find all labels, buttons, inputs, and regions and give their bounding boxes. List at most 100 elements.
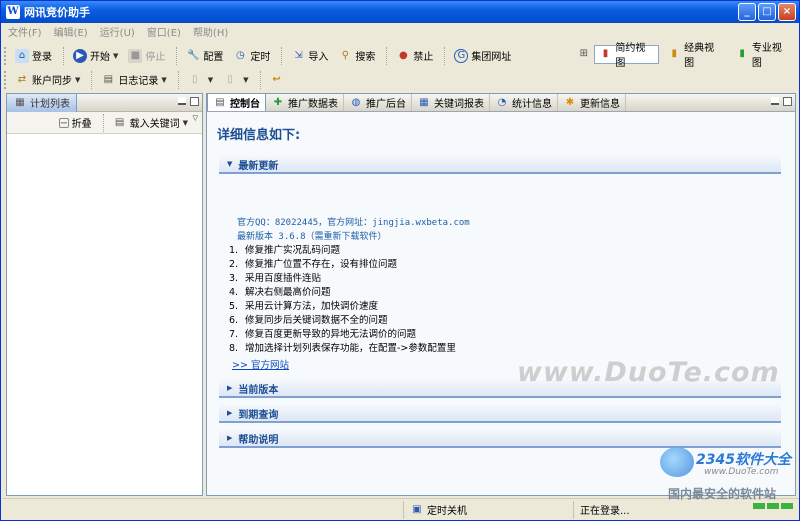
- secondary-toolbar: ⇄ 账户同步 ▼ ▤ 日志记录 ▼ ▯ ▼ ▯ ▼ ↩: [2, 67, 572, 92]
- tab-update-info-label: 更新信息: [580, 99, 620, 110]
- fix-list: 1. 修复推广实况乱码问题 2. 修复推广位置不存在，设有排位问题 3. 采用百度插件…: [229, 244, 456, 356]
- pane-minimize-button[interactable]: [178, 97, 186, 105]
- simple-view-button[interactable]: ▮ 简约视图: [593, 43, 660, 69]
- expanded-arrow-icon: ▼: [227, 160, 233, 168]
- ban-button[interactable]: ● 禁止: [392, 45, 437, 67]
- menu-bar: 文件(F) 编辑(E) 运行(U) 窗口(E) 帮助(H): [2, 23, 799, 40]
- plus-icon: ✚: [273, 96, 283, 108]
- pane-menu-icon[interactable]: ▽: [193, 114, 198, 122]
- start-button[interactable]: ▶ 开始 ▼: [69, 45, 122, 67]
- tab-promo-data[interactable]: ✚ 推广数据表: [266, 94, 344, 111]
- list-item: 8. 增加选择计划列表保存功能，在配置->参数配置里: [229, 343, 456, 354]
- pro-view-button[interactable]: ▮ 专业视图: [731, 43, 795, 69]
- official-site-link[interactable]: >> 官方网站: [232, 357, 289, 371]
- log-button[interactable]: ▤ 日志记录 ▼: [97, 69, 170, 91]
- list-item: 3. 采用百度插件连贴: [229, 273, 322, 284]
- toolbar-separator: [259, 70, 261, 89]
- doc-button[interactable]: ▯ ▼: [184, 69, 217, 91]
- tab-statistics-label: 统计信息: [512, 99, 552, 110]
- log-label: 日志记录: [118, 76, 159, 87]
- collapse-button[interactable]: − 折叠: [55, 112, 96, 134]
- plan-list-tools: − 折叠 ▤ 载入关键词 ▼ ▽: [7, 112, 202, 134]
- chevron-down-icon[interactable]: ▼: [208, 76, 213, 84]
- main-toolbar: ⌂ 登录 ▶ 开始 ▼ ■ 停止 🔧 配置 ◷ 定时 ⇲ 导入 ⚲ 搜索 ● 禁止 G 集团网址: [2, 43, 572, 68]
- toolbar-separator: [386, 46, 388, 65]
- watermark: www.DuoTe.com: [517, 357, 780, 388]
- pane-maximize-button[interactable]: [783, 97, 792, 106]
- maximize-button[interactable]: □: [758, 3, 776, 21]
- plan-list-pane: ▦ 计划列表 − 折叠 ▤ 载入关键词 ▼ ▽: [6, 93, 203, 496]
- login-button[interactable]: ⌂ 登录: [11, 45, 56, 67]
- wrench-icon: 🔧: [187, 49, 200, 61]
- menu-file[interactable]: 文件(F): [2, 24, 48, 39]
- grid-icon: ▦: [15, 96, 25, 108]
- toolbar-separator: [63, 46, 64, 65]
- menu-edit[interactable]: 编辑(E): [48, 24, 94, 39]
- tab-promo-backend[interactable]: ◍ 推广后台: [344, 94, 412, 111]
- pro-view-icon: ▮: [739, 48, 745, 59]
- chevron-down-icon[interactable]: ▼: [75, 76, 80, 84]
- back-button[interactable]: ↩: [266, 69, 291, 91]
- chevron-down-icon[interactable]: ▼: [243, 76, 248, 84]
- toolbar-separator: [444, 46, 446, 65]
- chevron-down-icon[interactable]: ▼: [183, 119, 188, 127]
- load-keywords-button[interactable]: ▤ 载入关键词 ▼: [109, 112, 192, 134]
- tab-update-info[interactable]: ✱ 更新信息: [558, 94, 626, 111]
- minimize-button[interactable]: _: [738, 3, 756, 21]
- pane-minimize-button[interactable]: [771, 97, 779, 105]
- section-expire-query[interactable]: ▶ 到期查询: [219, 405, 781, 423]
- load-keywords-label: 载入关键词: [129, 119, 180, 130]
- back-arrow-icon: ↩: [272, 73, 281, 85]
- list-item: 6. 修复同步后关键词数据不全的问题: [229, 315, 388, 326]
- clock-icon: ◷: [236, 49, 245, 61]
- import-button[interactable]: ⇲ 导入: [287, 45, 332, 67]
- list-item: 5. 采用云计算方法，加快调价速度: [229, 301, 379, 312]
- tab-promo-backend-label: 推广后台: [366, 99, 406, 110]
- toolbar-grip[interactable]: [4, 46, 7, 65]
- chevron-down-icon[interactable]: ▼: [161, 76, 166, 84]
- account-sync-button[interactable]: ⇄ 账户同步 ▼: [11, 69, 84, 91]
- start-label: 开始: [90, 52, 110, 63]
- tab-plan-list[interactable]: ▦ 计划列表: [7, 93, 77, 112]
- shutdown-label: 定时关机: [427, 506, 467, 517]
- toolbar-grip[interactable]: [4, 70, 7, 89]
- menu-window[interactable]: 窗口(E): [141, 24, 187, 39]
- group-url-button[interactable]: G 集团网址: [450, 45, 515, 67]
- list-item: 1. 修复推广实况乱码问题: [229, 245, 341, 256]
- menu-run[interactable]: 运行(U): [94, 24, 141, 39]
- plan-list-header: ▦ 计划列表: [7, 93, 202, 112]
- close-button[interactable]: ×: [778, 3, 796, 21]
- config-label: 配置: [203, 52, 224, 63]
- sync-icon: ⇄: [17, 73, 27, 85]
- star-icon: ✱: [565, 96, 575, 108]
- tab-keyword-report[interactable]: ▦ 关键词报表: [412, 94, 490, 111]
- tab-bar: ▤ 控制台 ✚ 推广数据表 ◍ 推广后台 ▦ 关键词报表 ◔ 统计信息 ✱ 更新信息: [207, 93, 795, 112]
- classic-view-button[interactable]: ▮ 经典视图: [663, 43, 727, 69]
- title-bar[interactable]: W 网讯竞价助手 _ □ ×: [1, 1, 799, 23]
- brand-url: www.DuoTe.com: [704, 467, 779, 477]
- chevron-down-icon[interactable]: ▼: [113, 52, 118, 60]
- stop-label: 停止: [145, 52, 166, 63]
- shutdown-timer[interactable]: ▣ 定时关机: [404, 500, 574, 519]
- doc2-button[interactable]: ▯ ▼: [219, 69, 252, 91]
- ban-icon: ●: [399, 49, 408, 61]
- layout-icon[interactable]: ⊞: [577, 47, 591, 61]
- latest-version: 最新版本 3.6.8（需重新下载软件）: [237, 232, 387, 242]
- classic-view-label: 经典视图: [684, 43, 715, 69]
- view-switcher: ⊞ ▮ 简约视图 ▮ 经典视图 ▮ 专业视图: [577, 43, 799, 69]
- page-title: 详细信息如下:: [217, 128, 301, 143]
- stop-button[interactable]: ■ 停止: [124, 45, 169, 67]
- menu-help[interactable]: 帮助(H): [187, 24, 234, 39]
- tab-console[interactable]: ▤ 控制台: [207, 93, 266, 111]
- section-expire-label: 到期查询: [238, 409, 279, 421]
- search-button[interactable]: ⚲ 搜索: [334, 45, 379, 67]
- config-button[interactable]: 🔧 配置: [182, 45, 227, 67]
- timer-button[interactable]: ◷ 定时: [229, 45, 274, 67]
- report-icon: ▦: [419, 96, 429, 108]
- section-latest-update[interactable]: ▼ 最新更新: [219, 156, 781, 174]
- collapse-icon: −: [58, 117, 69, 129]
- activity-indicator: [753, 503, 793, 509]
- tab-statistics[interactable]: ◔ 统计信息: [490, 94, 558, 111]
- play-icon: ▶: [73, 48, 87, 63]
- pane-maximize-button[interactable]: [190, 97, 199, 106]
